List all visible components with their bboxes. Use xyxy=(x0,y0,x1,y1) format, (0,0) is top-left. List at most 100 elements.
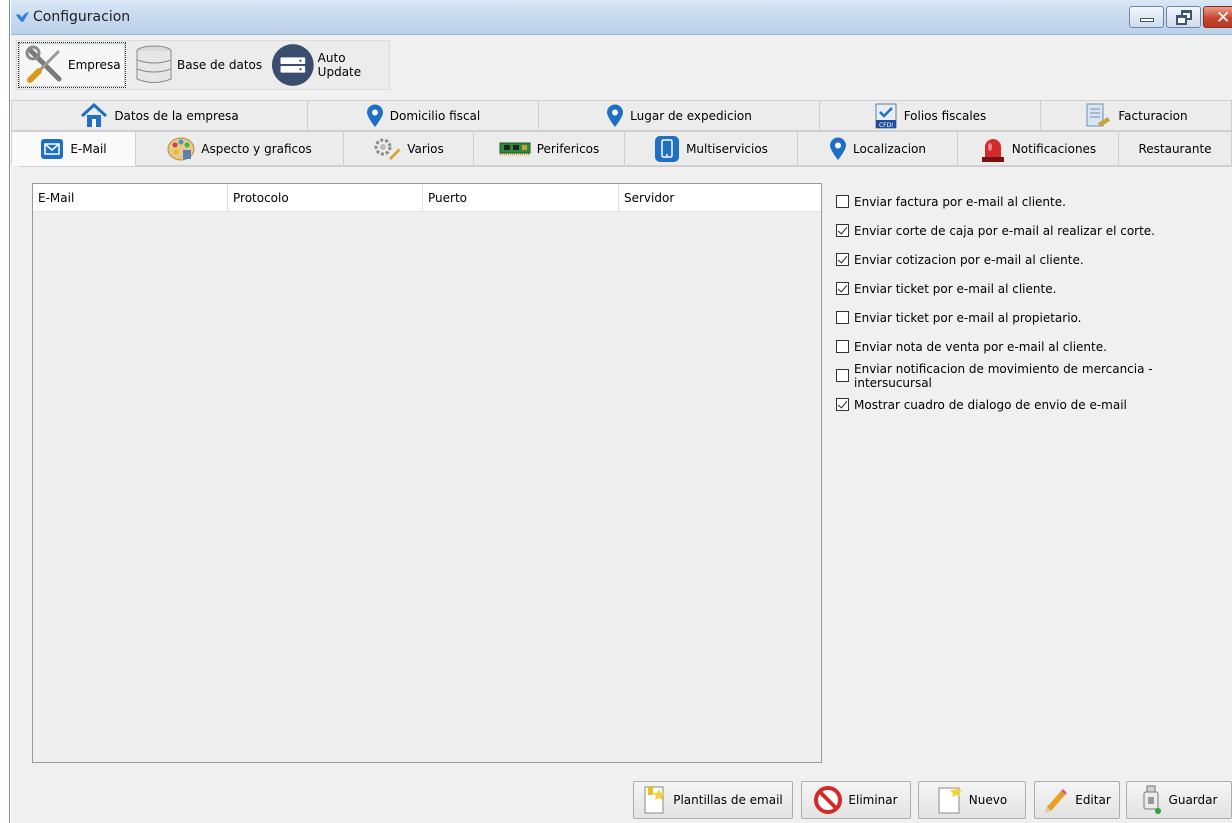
eliminar-button[interactable]: Eliminar xyxy=(801,781,911,819)
tab-row-1: Datos de la empresa Domicilio fiscal Lug… xyxy=(11,100,1232,131)
app-bird-icon xyxy=(16,12,29,22)
nuevo-label: Nuevo xyxy=(968,793,1008,807)
email-accounts-table[interactable]: E-Mail Protocolo Puerto Servidor xyxy=(32,183,822,763)
option-enviar-ticket-cliente[interactable]: Enviar ticket por e-mail al cliente. xyxy=(836,274,1232,303)
gears-icon xyxy=(374,138,401,160)
tab-datos-empresa-label: Datos de la empresa xyxy=(114,108,239,123)
option-enviar-cotizacion[interactable]: Enviar cotizacion por e-mail al cliente. xyxy=(836,245,1232,274)
option-enviar-nota-venta[interactable]: Enviar nota de venta por e-mail al clien… xyxy=(836,332,1232,361)
tab-restaurante[interactable]: Restaurante xyxy=(1119,131,1232,166)
tab-domicilio-fiscal[interactable]: Domicilio fiscal xyxy=(308,100,539,131)
option-enviar-ticket-propietario[interactable]: Enviar ticket por e-mail al propietario. xyxy=(836,303,1232,332)
plantillas-email-label: Plantillas de email xyxy=(673,793,783,807)
tab-folios-fiscales-label: Folios fiscales xyxy=(903,108,987,123)
checkbox[interactable] xyxy=(836,195,849,208)
option-label: Enviar cotizacion por e-mail al cliente. xyxy=(854,252,1084,267)
checkbox[interactable] xyxy=(836,224,849,237)
checkbox[interactable] xyxy=(836,253,849,266)
restore-icon-back xyxy=(1176,15,1187,25)
house-icon xyxy=(81,102,108,127)
alarm-light-icon xyxy=(981,138,1004,162)
window-title: Configuracion xyxy=(33,9,131,25)
tab-notificaciones[interactable]: Notificaciones xyxy=(958,131,1119,166)
option-label: Enviar nota de venta por e-mail al clien… xyxy=(854,339,1107,354)
checkbox[interactable] xyxy=(836,311,849,324)
restore-button[interactable] xyxy=(1166,6,1201,28)
tab-varios[interactable]: Varios xyxy=(344,131,474,166)
tab-multiservicios[interactable]: Multiservicios xyxy=(625,131,798,166)
tab-localizacion-label: Localizacion xyxy=(853,141,926,156)
location-pin-icon xyxy=(366,104,383,127)
module-empresa-label: Empresa xyxy=(68,58,121,72)
close-button[interactable]: ✕ xyxy=(1203,6,1232,28)
option-enviar-notificacion-intersucursal[interactable]: Enviar notificacion de movimiento de mer… xyxy=(836,361,1232,390)
option-mostrar-dialogo-envio[interactable]: Mostrar cuadro de dialogo de envio de e-… xyxy=(836,390,1232,419)
minimize-icon xyxy=(1140,18,1154,22)
option-label: Mostrar cuadro de dialogo de envio de e-… xyxy=(854,397,1127,412)
option-label: Enviar notificacion de movimiento de mer… xyxy=(854,361,1153,390)
minimize-button[interactable] xyxy=(1129,6,1164,28)
tab-row-2: E-Mail Aspecto y graficos Varios Perifer… xyxy=(11,131,1232,166)
module-auto-update-label: Auto Update xyxy=(317,51,362,79)
module-auto-update-button[interactable]: Auto Update xyxy=(271,42,389,88)
tab-multiservicios-label: Multiservicios xyxy=(686,141,768,156)
email-options-list: Enviar factura por e-mail al cliente. En… xyxy=(836,187,1232,419)
tab-localizacion[interactable]: Localizacion xyxy=(798,131,958,166)
tab-domicilio-fiscal-label: Domicilio fiscal xyxy=(389,108,481,123)
tab-lugar-expedicion[interactable]: Lugar de expedicion xyxy=(539,100,820,131)
option-enviar-corte-caja[interactable]: Enviar corte de caja por e-mail al reali… xyxy=(836,216,1232,245)
checkbox[interactable] xyxy=(836,340,849,353)
window-left-frame xyxy=(0,0,10,823)
phone-icon xyxy=(655,135,680,162)
config-window: Configuracion ✕ Empresa Base de datos Au… xyxy=(11,0,1232,823)
email-settings-panel: E-Mail Protocolo Puerto Servidor Enviar … xyxy=(19,166,1232,823)
tab-perifericos-label: Perifericos xyxy=(536,141,600,156)
close-icon: ✕ xyxy=(1216,8,1231,28)
table-header: E-Mail Protocolo Puerto Servidor xyxy=(33,184,821,212)
option-label: Enviar ticket por e-mail al cliente. xyxy=(854,281,1057,296)
tab-email-label: E-Mail xyxy=(70,141,107,156)
title-bar[interactable]: Configuracion ✕ xyxy=(11,0,1232,35)
checkbox[interactable] xyxy=(836,398,849,411)
tab-lugar-expedicion-label: Lugar de expedicion xyxy=(630,108,752,123)
pencil-icon xyxy=(1045,789,1068,813)
tab-email[interactable]: E-Mail xyxy=(11,131,136,166)
svg-text:CFDI: CFDI xyxy=(879,122,893,129)
tab-facturacion[interactable]: Facturacion xyxy=(1041,100,1232,131)
circuit-board-icon xyxy=(499,142,531,155)
no-entry-icon xyxy=(814,786,843,814)
tools-icon xyxy=(25,45,62,83)
module-empresa-button[interactable]: Empresa xyxy=(18,42,126,88)
column-header-protocolo[interactable]: Protocolo xyxy=(228,184,423,212)
checkbox[interactable] xyxy=(836,282,849,295)
tab-facturacion-label: Facturacion xyxy=(1118,108,1188,123)
location-pin-icon xyxy=(830,137,847,160)
tab-folios-fiscales[interactable]: CFDI Folios fiscales xyxy=(820,100,1041,131)
column-header-email[interactable]: E-Mail xyxy=(33,184,228,212)
editar-button[interactable]: Editar xyxy=(1034,781,1120,819)
mail-icon xyxy=(41,138,64,159)
tab-restaurante-label: Restaurante xyxy=(1138,141,1212,156)
module-toolbar: Empresa Base de datos Auto Update xyxy=(11,36,1232,92)
eliminar-label: Eliminar xyxy=(848,793,898,807)
module-base-datos-label: Base de datos xyxy=(177,58,263,72)
column-header-servidor[interactable]: Servidor xyxy=(619,184,809,212)
palette-icon xyxy=(167,137,195,160)
module-base-datos-button[interactable]: Base de datos xyxy=(128,42,268,88)
guardar-button[interactable]: Guardar xyxy=(1126,781,1232,819)
option-enviar-factura[interactable]: Enviar factura por e-mail al cliente. xyxy=(836,187,1232,216)
tab-perifericos[interactable]: Perifericos xyxy=(474,131,625,166)
plantillas-email-button[interactable]: Plantillas de email xyxy=(633,781,793,819)
tab-aspecto-graficos-label: Aspecto y graficos xyxy=(201,141,312,156)
option-label: Enviar corte de caja por e-mail al reali… xyxy=(854,223,1155,238)
option-label: Enviar factura por e-mail al cliente. xyxy=(854,194,1066,209)
tab-notificaciones-label: Notificaciones xyxy=(1011,141,1097,156)
nuevo-button[interactable]: Nuevo xyxy=(918,781,1026,819)
column-header-puerto[interactable]: Puerto xyxy=(423,184,619,212)
new-document-icon xyxy=(938,786,962,814)
location-pin-icon xyxy=(607,104,624,127)
database-icon xyxy=(136,45,172,83)
checkbox[interactable] xyxy=(836,369,849,382)
tab-aspecto-graficos[interactable]: Aspecto y graficos xyxy=(136,131,344,166)
tab-datos-empresa[interactable]: Datos de la empresa xyxy=(11,100,308,131)
